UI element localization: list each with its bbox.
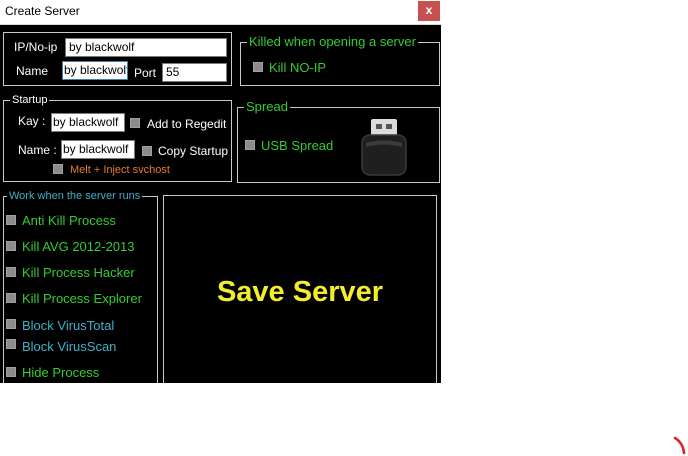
create-server-window: Create Server x IP/No-ip by blackwolf Na…	[0, 0, 441, 383]
startup-name-label: Name :	[18, 143, 57, 157]
anti-kill-process-checkbox[interactable]	[6, 215, 16, 225]
kill-avg-checkbox[interactable]	[6, 241, 16, 251]
hide-process-label: Hide Process	[22, 365, 100, 380]
startup-group: Startup Kay : by blackwolf Add to Regedi…	[3, 92, 232, 182]
kill-avg-label: Kill AVG 2012-2013	[22, 239, 135, 254]
connection-group: IP/No-ip by blackwolf Name by blackwolf …	[3, 32, 232, 86]
block-virustotal-label: Block VirusTotal	[22, 318, 115, 333]
work-group: Work when the server runs Anti Kill Proc…	[3, 188, 158, 383]
block-virusscan-checkbox[interactable]	[6, 339, 16, 349]
startup-name-input[interactable]: by blackwolf	[61, 140, 135, 159]
save-server-button[interactable]: Save Server	[163, 195, 437, 383]
ip-input[interactable]: by blackwolf	[65, 38, 227, 57]
work-group-legend: Work when the server runs	[7, 188, 143, 204]
close-button[interactable]: x	[418, 1, 440, 21]
startup-group-legend: Startup	[10, 92, 50, 108]
copy-startup-label: Copy Startup	[158, 144, 229, 158]
kill-noip-label: Kill NO-IP	[269, 60, 327, 75]
anti-kill-process-label: Anti Kill Process	[22, 213, 116, 228]
add-regedit-checkbox[interactable]	[130, 118, 140, 128]
usb-spread-checkbox[interactable]	[245, 140, 255, 150]
melt-inject-label: Melt + Inject svchost	[70, 164, 170, 176]
spread-group: Spread USB Spread	[237, 99, 440, 183]
ip-label: IP/No-ip	[14, 40, 58, 54]
port-input[interactable]: 55	[162, 63, 227, 82]
usb-drive-icon	[361, 119, 407, 176]
copy-startup-checkbox[interactable]	[142, 146, 152, 156]
kill-process-explorer-label: Kill Process Explorer	[22, 291, 142, 306]
kill-process-hacker-checkbox[interactable]	[6, 267, 16, 277]
spread-group-legend: Spread	[244, 99, 290, 115]
kay-label: Kay :	[18, 114, 46, 128]
kay-input[interactable]: by blackwolf	[51, 113, 125, 132]
kill-process-hacker-label: Kill Process Hacker	[22, 265, 135, 280]
loading-spinner-icon	[673, 436, 686, 455]
title-bar: Create Server x	[0, 0, 441, 25]
killed-group-legend: Killed when opening a server	[247, 34, 418, 50]
kill-process-explorer-checkbox[interactable]	[6, 293, 16, 303]
block-virusscan-label: Block VirusScan	[22, 339, 117, 354]
add-regedit-label: Add to Regedit	[147, 117, 227, 131]
usb-spread-label: USB Spread	[261, 138, 334, 153]
name-label: Name	[16, 64, 49, 78]
port-label: Port	[134, 66, 157, 80]
kill-noip-checkbox[interactable]	[253, 62, 263, 72]
save-server-label: Save Server	[216, 276, 384, 308]
killed-group: Killed when opening a server Kill NO-IP	[240, 34, 440, 86]
melt-inject-checkbox[interactable]	[53, 164, 63, 174]
window-client-area: IP/No-ip by blackwolf Name by blackwolf …	[0, 25, 441, 383]
block-virustotal-checkbox[interactable]	[6, 319, 16, 329]
name-input[interactable]: by blackwolf	[62, 61, 128, 80]
window-title: Create Server	[5, 4, 80, 18]
hide-process-checkbox[interactable]	[6, 367, 16, 377]
